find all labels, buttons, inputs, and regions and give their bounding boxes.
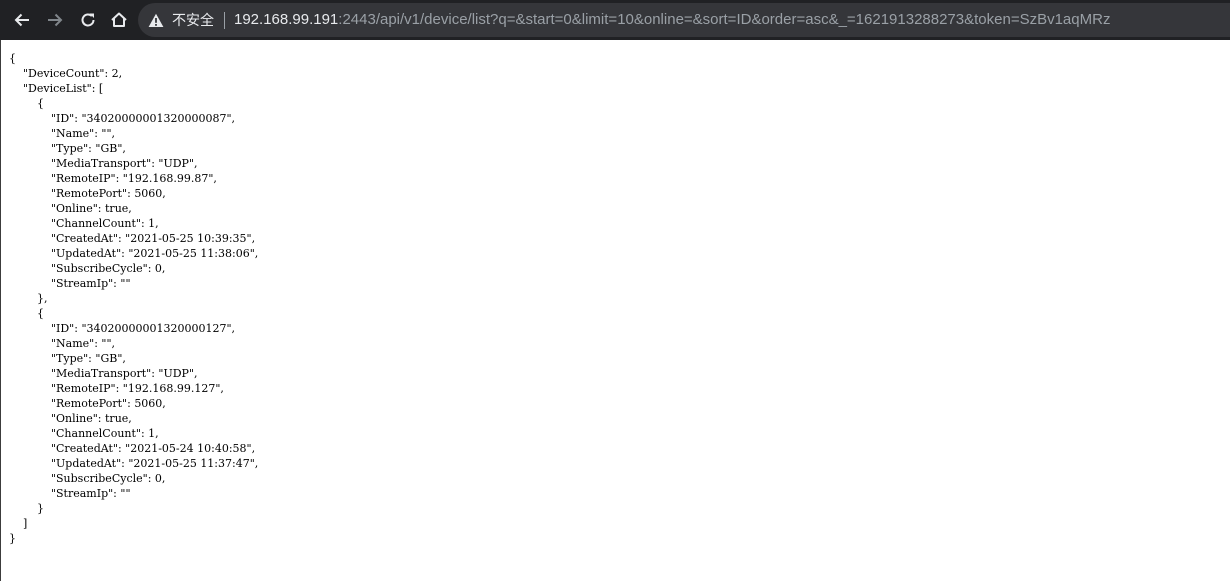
warning-icon [148, 13, 164, 27]
arrow-left-icon [14, 13, 29, 27]
omnibox-divider [224, 12, 225, 29]
url-path: :2443/api/v1/device/list?q=&start=0&limi… [338, 11, 1111, 28]
home-icon [111, 12, 127, 27]
url-host: 192.168.99.191 [234, 11, 339, 28]
browser-toolbar: 不安全 192.168.99.191:2443/api/v1/device/li… [0, 0, 1230, 40]
home-button[interactable] [107, 8, 131, 32]
address-bar[interactable]: 不安全 192.168.99.191:2443/api/v1/device/li… [138, 3, 1230, 37]
security-label: 不安全 [172, 12, 214, 28]
json-response: { "DeviceCount": 2, "DeviceList": [ { "I… [9, 52, 259, 545]
url-text[interactable]: 192.168.99.191:2443/api/v1/device/list?q… [234, 3, 1110, 37]
back-button[interactable] [10, 8, 34, 32]
forward-button[interactable] [43, 8, 67, 32]
security-chip[interactable]: 不安全 [148, 3, 214, 37]
arrow-right-icon [48, 13, 63, 27]
page-content: { "DeviceCount": 2, "DeviceList": [ { "I… [0, 40, 1230, 581]
reload-icon [81, 13, 95, 27]
reload-button[interactable] [76, 8, 100, 32]
